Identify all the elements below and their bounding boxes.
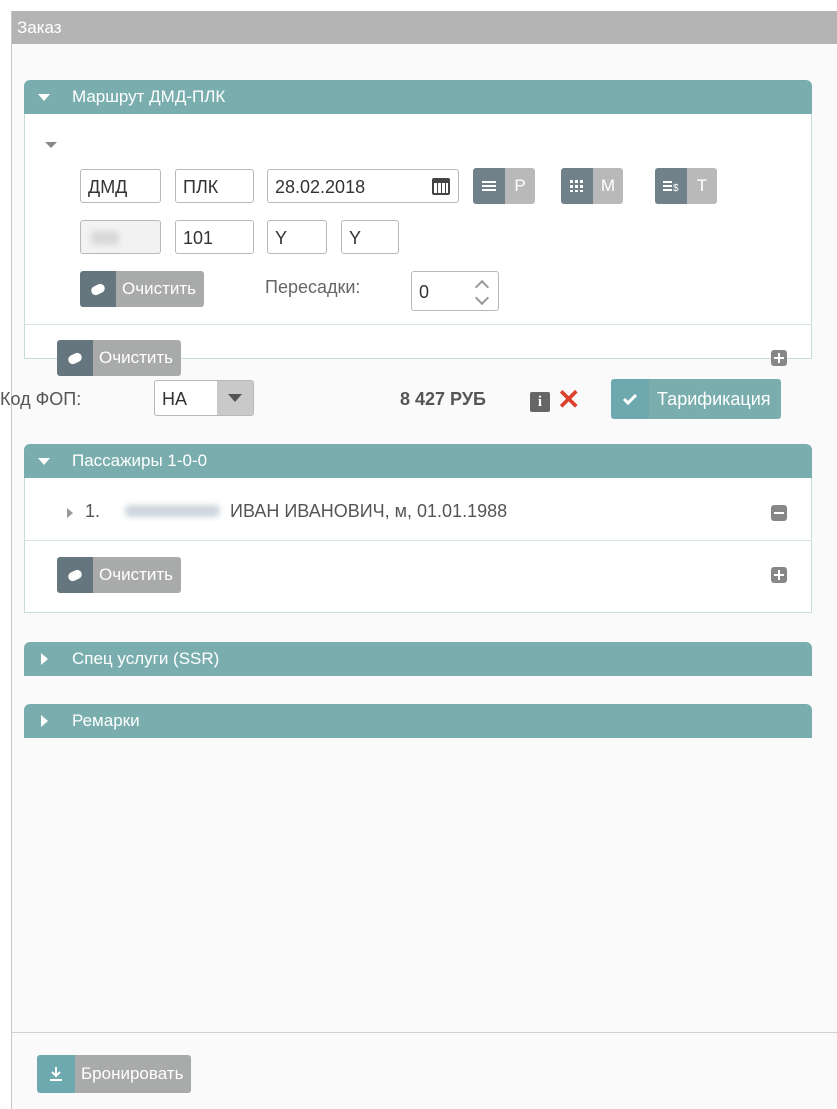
route-section-title: Маршрут ДМД-ПЛК xyxy=(72,87,226,106)
segment-clear-label: Очистить xyxy=(116,271,205,307)
passengers-clear-label: Очистить xyxy=(93,557,182,593)
fop-label: Код ФОП: xyxy=(0,389,82,409)
panel-title: Заказ xyxy=(12,11,837,44)
date-value: 28.02.2018 xyxy=(275,177,366,197)
eraser-icon xyxy=(57,557,93,593)
add-passenger-icon[interactable] xyxy=(771,567,787,583)
tariff-icon: $ xyxy=(655,168,687,204)
flight-number-input[interactable]: 101 xyxy=(175,220,254,254)
footer-divider xyxy=(12,1032,837,1033)
check-icon xyxy=(611,379,649,419)
ssr-section-title: Спец услуги (SSR) xyxy=(72,649,220,668)
route-section-body: ДМД ПЛК 28.02.2018 P M $ T 101 Y Y Очист… xyxy=(24,114,812,376)
stepper-down-icon[interactable] xyxy=(474,290,490,306)
book-button[interactable]: Бронировать xyxy=(37,1055,192,1093)
download-icon xyxy=(37,1055,75,1093)
toggle-m-label: M xyxy=(593,168,623,204)
passenger-row[interactable]: 1. ИВАН ИВАНОВИЧ, м, 01.01.1988 xyxy=(25,478,811,540)
expand-arrow-icon[interactable] xyxy=(67,508,73,518)
carrier-value-redacted xyxy=(91,231,119,245)
fop-value: НА xyxy=(162,389,188,409)
toggle-t-label: T xyxy=(687,168,717,204)
remarks-section-header[interactable]: Ремарки xyxy=(24,704,812,738)
collapse-arrow-icon xyxy=(38,458,50,465)
collapse-arrow-icon xyxy=(38,94,50,101)
carrier-input[interactable] xyxy=(80,220,161,254)
segment-collapse-icon[interactable] xyxy=(45,142,57,148)
passenger-details: ИВАН ИВАНОВИЧ, м, 01.01.1988 xyxy=(230,501,508,521)
remarks-section-title: Ремарки xyxy=(72,711,140,730)
transfers-label: Пересадки: xyxy=(265,277,361,297)
toggle-p[interactable]: P xyxy=(473,168,535,204)
info-icon[interactable]: i xyxy=(530,392,550,412)
delete-price-icon[interactable]: ✕ xyxy=(557,385,580,415)
expand-arrow-icon xyxy=(41,715,48,727)
passengers-section-title: Пассажиры 1-0-0 xyxy=(72,451,208,470)
toggle-p-label: P xyxy=(505,168,535,204)
route-divider xyxy=(25,324,811,325)
destination-input[interactable]: ПЛК xyxy=(175,169,254,203)
fop-dropdown-button[interactable] xyxy=(217,381,253,415)
remarks-section: Ремарки xyxy=(24,704,812,738)
toggle-m[interactable]: M xyxy=(561,168,623,204)
class-input-2[interactable]: Y xyxy=(341,220,399,254)
route-clear-button[interactable]: Очистить xyxy=(57,340,182,376)
segment-clear-button[interactable]: Очистить xyxy=(80,271,205,307)
toggle-t[interactable]: $ T xyxy=(655,168,717,204)
route-section-header[interactable]: Маршрут ДМД-ПЛК xyxy=(24,80,812,114)
passengers-section-header[interactable]: Пассажиры 1-0-0 xyxy=(24,444,812,478)
passengers-section: Пассажиры 1-0-0 1. ИВАН ИВАНОВИЧ, м, 01.… xyxy=(24,444,812,613)
price-value: 8 427 РУБ xyxy=(400,389,486,409)
fop-select[interactable]: НА xyxy=(154,380,254,416)
tariff-button-label: Тарификация xyxy=(649,379,781,419)
transfers-value: 0 xyxy=(419,282,430,302)
remove-passenger-icon[interactable] xyxy=(771,505,787,521)
ssr-section: Спец услуги (SSR) xyxy=(24,642,812,676)
passengers-clear-button[interactable]: Очистить xyxy=(57,557,182,593)
route-section: Маршрут ДМД-ПЛК ДМД ПЛК 28.02.2018 P M $… xyxy=(24,80,812,376)
grid-icon xyxy=(561,168,593,204)
tariff-button[interactable]: Тарификация xyxy=(611,379,781,419)
ssr-section-header[interactable]: Спец услуги (SSR) xyxy=(24,642,812,676)
origin-input[interactable]: ДМД xyxy=(80,169,161,203)
transfers-stepper[interactable]: 0 xyxy=(411,271,499,311)
calendar-icon[interactable] xyxy=(432,178,450,195)
date-input[interactable]: 28.02.2018 xyxy=(267,169,459,203)
add-segment-icon[interactable] xyxy=(771,350,787,366)
route-clear-label: Очистить xyxy=(93,340,182,376)
book-button-label: Бронировать xyxy=(75,1055,192,1093)
passengers-section-body: 1. ИВАН ИВАНОВИЧ, м, 01.01.1988 Очистить xyxy=(24,478,812,613)
list-icon xyxy=(473,168,505,204)
eraser-icon xyxy=(80,271,116,307)
passenger-surname-redacted xyxy=(125,505,220,517)
caret-down-icon xyxy=(228,394,242,402)
passenger-number: 1. xyxy=(85,501,101,521)
class-input-1[interactable]: Y xyxy=(267,220,327,254)
expand-arrow-icon xyxy=(41,653,48,665)
svg-text:$: $ xyxy=(673,183,679,192)
eraser-icon xyxy=(57,340,93,376)
passengers-divider xyxy=(25,540,811,541)
